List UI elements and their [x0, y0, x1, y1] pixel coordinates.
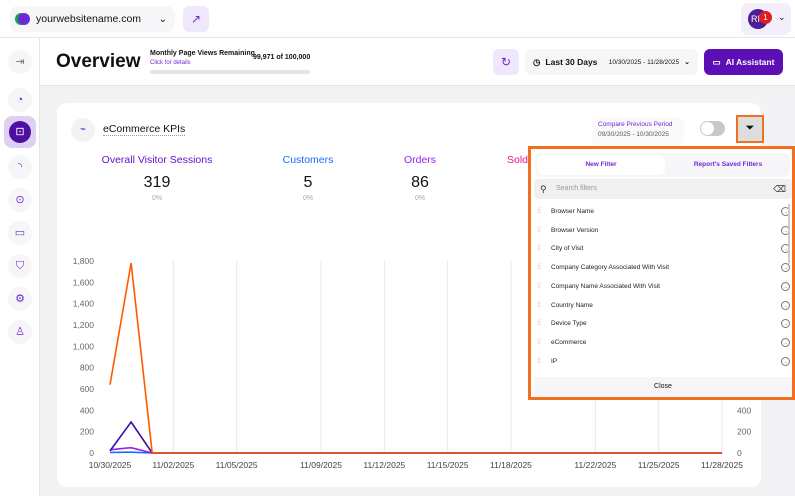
y-tick-label: 1,800 — [73, 256, 95, 266]
right-y-tick-label: 400 — [737, 405, 751, 415]
filter-item-label: Country Name — [551, 301, 593, 309]
filter-item-label: Browser Version — [551, 226, 599, 234]
y-tick-label: 1,400 — [73, 299, 95, 309]
filter-item[interactable]: ⁞⁞ Browser Name → — [537, 203, 790, 221]
drag-handle-icon[interactable]: ⁞⁞ — [537, 334, 541, 352]
drag-handle-icon[interactable]: ⁞⁞ — [537, 315, 541, 333]
close-button[interactable]: Close — [534, 377, 792, 397]
tab-new-filter[interactable]: New Filter — [537, 155, 665, 175]
filter-item-label: Company Category Associated With Visit — [551, 264, 670, 272]
filter-tabs: New Filter Report's Saved Filters — [535, 153, 790, 177]
drag-handle-icon[interactable]: ⁞⁞ — [537, 240, 541, 258]
arrow-right-icon: → — [781, 356, 790, 366]
x-tick-label: 11/15/2025 — [427, 460, 469, 470]
filter-item-label: Browser Name — [551, 208, 594, 215]
filter-item-label: Device Type — [551, 320, 587, 328]
x-tick-label: 11/02/2025 — [152, 460, 194, 470]
x-tick-label: 11/22/2025 — [574, 460, 616, 470]
x-tick-label: 11/12/2025 — [363, 460, 405, 470]
y-tick-label: 800 — [80, 363, 94, 373]
arrow-right-icon: → — [781, 337, 790, 347]
filter-item-label: Company Name Associated With Visit — [551, 282, 660, 290]
x-tick-label: 11/09/2025 — [300, 460, 342, 470]
x-tick-label: 11/25/2025 — [638, 460, 680, 470]
search-placeholder: Search filters — [556, 185, 597, 192]
drag-handle-icon[interactable]: ⁞⁞ — [537, 203, 541, 221]
x-tick-label: 11/28/2025 — [701, 460, 743, 470]
filter-item[interactable]: ⁞⁞ City of Visit → — [537, 240, 790, 258]
scrollbar[interactable] — [788, 204, 790, 264]
y-tick-label: 0 — [89, 448, 94, 458]
filter-item-label: eCommerce — [551, 338, 587, 346]
filter-item-label: City of Visit — [551, 245, 584, 253]
x-tick-label: 10/30/2025 — [89, 460, 132, 470]
search-filters-input[interactable]: ⚲ Search filters ⌫ — [534, 179, 792, 199]
drag-handle-icon[interactable]: ⁞⁞ — [537, 259, 541, 277]
filter-panel: New Filter Report's Saved Filters ⚲ Searc… — [528, 146, 795, 400]
y-tick-label: 1,000 — [73, 341, 95, 351]
tab-saved-filters[interactable]: Report's Saved Filters — [667, 155, 789, 175]
x-tick-label: 11/18/2025 — [490, 460, 532, 470]
filter-item[interactable]: ⁞⁞ IP → — [537, 353, 790, 371]
filter-item[interactable]: ⁞⁞ Browser Version → — [537, 222, 790, 240]
series-line — [109, 420, 722, 454]
arrow-right-icon: → — [781, 300, 790, 310]
y-tick-label: 600 — [80, 384, 94, 394]
arrow-right-icon: → — [781, 263, 790, 273]
x-tick-label: 11/05/2025 — [216, 460, 258, 470]
right-y-tick-label: 200 — [737, 427, 751, 437]
y-tick-label: 1,200 — [73, 320, 95, 330]
y-tick-label: 1,600 — [73, 277, 95, 287]
drag-handle-icon[interactable]: ⁞⁞ — [537, 353, 541, 371]
drag-handle-icon[interactable]: ⁞⁞ — [537, 297, 541, 315]
arrow-right-icon: → — [781, 281, 790, 291]
y-tick-label: 200 — [80, 427, 94, 437]
filter-item[interactable]: ⁞⁞ Country Name → — [537, 297, 790, 315]
filter-item[interactable]: ⁞⁞ eCommerce → — [537, 334, 790, 352]
filter-item-label: IP — [551, 357, 558, 365]
right-y-tick-label: 0 — [737, 448, 742, 458]
y-tick-label: 400 — [80, 405, 94, 415]
filter-item[interactable]: ⁞⁞ Company Name Associated With Visit → — [537, 278, 790, 296]
eraser-icon[interactable]: ⌫ — [773, 179, 786, 199]
filter-item[interactable]: ⁞⁞ Device Type → — [537, 315, 790, 333]
filter-item[interactable]: ⁞⁞ Company Category Associated With Visit… — [537, 259, 790, 277]
search-icon: ⚲ — [540, 184, 547, 194]
drag-handle-icon[interactable]: ⁞⁞ — [537, 278, 541, 296]
drag-handle-icon[interactable]: ⁞⁞ — [537, 222, 541, 240]
arrow-right-icon: → — [781, 319, 790, 329]
